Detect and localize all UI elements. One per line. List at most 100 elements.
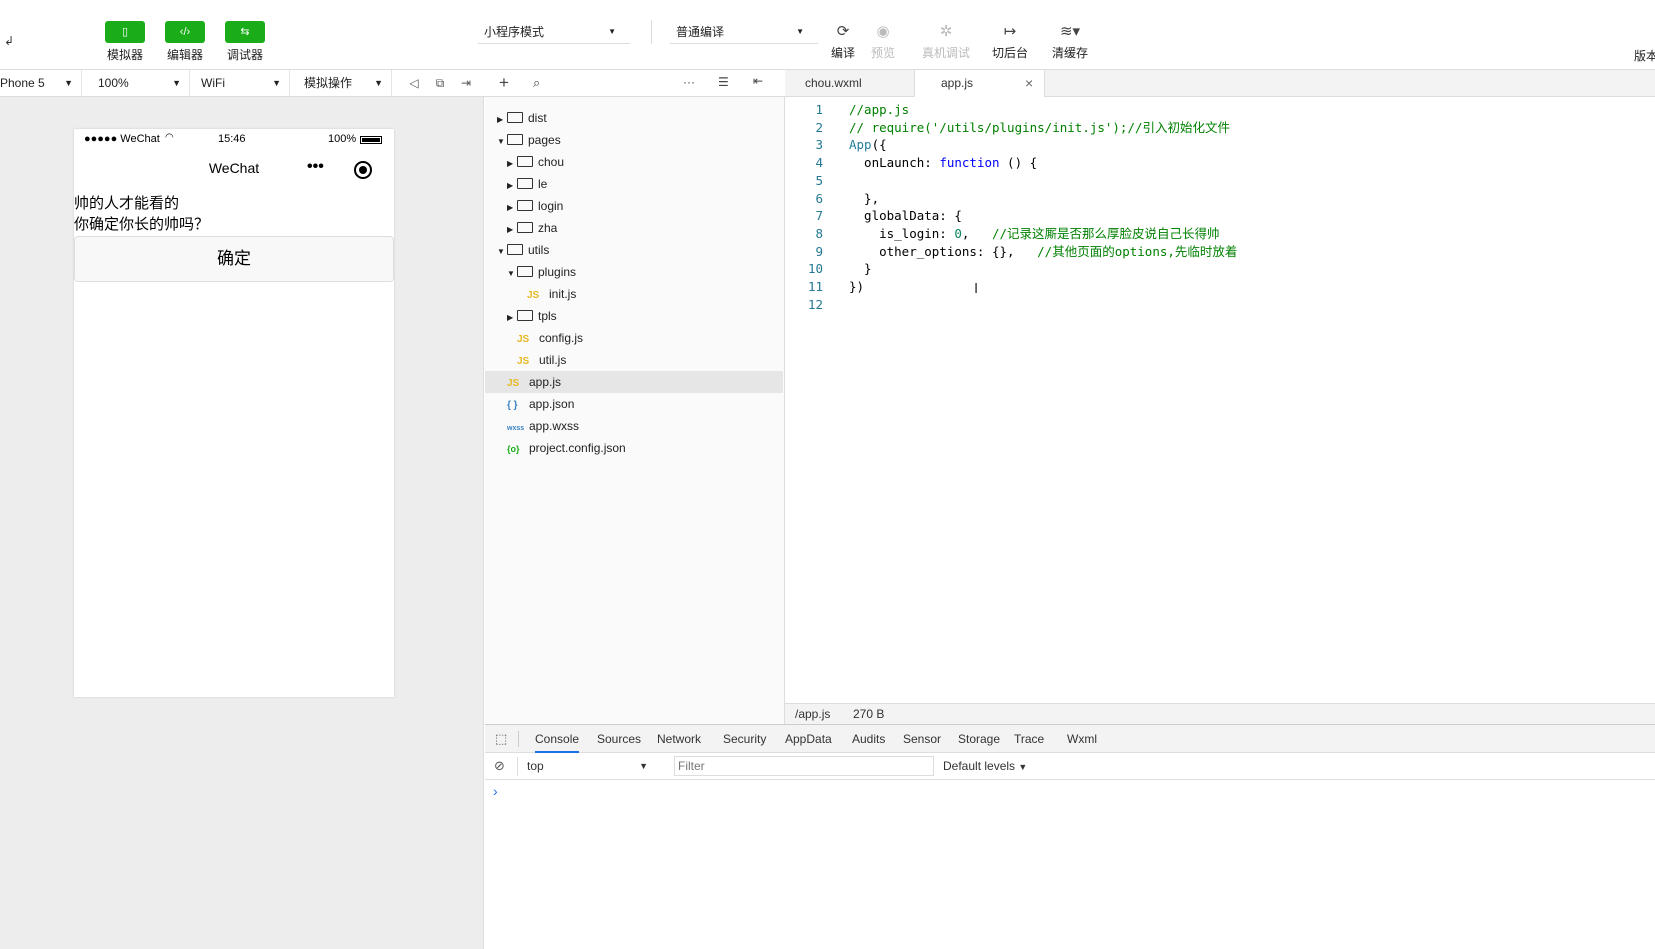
devtools-tab-network[interactable]: Network <box>657 725 701 753</box>
code-icon: ‹/› <box>165 21 205 43</box>
compile-mode-select[interactable]: 普通编译 ▼ <box>670 20 818 44</box>
tree-item-label: zha <box>538 221 558 235</box>
chevron-right-icon[interactable]: ▶ <box>507 153 517 175</box>
code-token: onLaunch: <box>849 155 940 171</box>
folder-icon <box>517 310 533 321</box>
close-capsule-icon[interactable] <box>354 161 372 179</box>
console-filter-bar: ⊘ top ▼ Default levels ▼ <box>485 753 1655 780</box>
devtools-tab-console[interactable]: Console <box>535 725 580 753</box>
code-token: } <box>849 261 872 277</box>
chevron-right-icon[interactable]: ▶ <box>507 307 517 329</box>
tree-item-dist[interactable]: ▶ dist <box>485 107 783 129</box>
code-token: App <box>849 137 872 153</box>
tree-item-le[interactable]: ▶ le <box>485 173 783 195</box>
chevron-down-icon: ▼ <box>272 78 281 88</box>
chevron-down-icon: ▼ <box>639 761 648 771</box>
tab-chou-wxml[interactable]: chou.wxml <box>785 70 915 97</box>
close-tab-icon[interactable]: × <box>1025 70 1033 96</box>
inspect-element-icon[interactable]: ⬚ <box>495 731 507 747</box>
more-icon[interactable]: ••• <box>307 158 324 176</box>
chevron-down-icon[interactable]: ▼ <box>497 241 507 263</box>
tree-item-login[interactable]: ▶ login <box>485 195 783 217</box>
chevron-right-icon[interactable]: ▶ <box>507 197 517 219</box>
simulator-area: ●●●●● WeChat ◠ 15:46 100% WeChat ••• 帅的人… <box>0 97 484 949</box>
devtools-tab-sensor[interactable]: Sensor <box>903 725 941 753</box>
tree-item-app-json[interactable]: { } app.json <box>485 393 783 415</box>
chevron-down-icon[interactable]: ▼ <box>507 263 517 285</box>
line-number: 4 <box>815 155 823 171</box>
context-select[interactable]: top ▼ <box>517 757 652 776</box>
tab-app-js[interactable]: app.js × <box>915 70 1045 97</box>
chevron-down-icon[interactable]: ▼ <box>497 131 507 153</box>
eye-icon: ◉ <box>876 23 890 40</box>
tree-item-label: tpls <box>538 309 557 323</box>
devtools-tab-sources[interactable]: Sources <box>597 725 641 753</box>
code-token: //app.js <box>849 102 910 117</box>
popout-icon[interactable]: ⧉ <box>430 70 450 96</box>
console-prompt[interactable]: › <box>493 783 498 799</box>
hide-panel-icon[interactable]: ⇤ <box>753 74 763 88</box>
clear-console-icon[interactable]: ⊘ <box>494 758 505 774</box>
tree-item-init-js[interactable]: JS init.js <box>485 283 783 305</box>
confirm-button[interactable]: 确定 <box>74 236 394 282</box>
tree-item-label: init.js <box>549 287 577 301</box>
layers-icon: ≋▾ <box>1059 23 1081 40</box>
text-cursor-icon: I <box>974 280 979 297</box>
zoom-select[interactable]: 100% ▼ <box>92 70 190 96</box>
line-number: 10 <box>807 261 823 277</box>
simulator-label: 模拟器 <box>106 48 143 62</box>
tree-item-label: utils <box>528 243 550 257</box>
tree-item-app-js[interactable]: JS app.js <box>485 371 783 393</box>
tab-label: chou.wxml <box>805 76 862 90</box>
real-device-debug-button[interactable]: ✲ 真机调试 <box>921 20 971 61</box>
chevron-right-icon[interactable]: ▶ <box>507 175 517 197</box>
devtools-tabs: ⬚ Console Sources Network Security AppData Au… <box>485 725 1655 753</box>
more-options-icon[interactable]: ··· <box>683 75 695 89</box>
tree-item-chou[interactable]: ▶ chou <box>485 151 783 173</box>
code-line: } <box>849 260 872 278</box>
devtools-tab-appdata[interactable]: AppData <box>785 725 832 753</box>
chevron-right-icon[interactable]: ▶ <box>497 109 507 131</box>
devtools-tab-trace[interactable]: Trace <box>1014 725 1044 753</box>
devtools-tab-wxml[interactable]: Wxml <box>1067 725 1097 753</box>
operation-value: 模拟操作 <box>304 76 353 90</box>
add-icon[interactable]: + <box>499 73 509 93</box>
preview-button[interactable]: ◉ 预览 <box>858 20 908 61</box>
tree-item-utils[interactable]: ▼ utils <box>485 239 783 261</box>
console-filter-input[interactable] <box>674 756 934 776</box>
tree-item-util-js[interactable]: JS util.js <box>485 349 783 371</box>
simulator-toggle-button[interactable]: ▯ 模拟器 <box>105 21 145 63</box>
explorer-toolbar: + ⌕ ··· ☰ ⇤ <box>485 70 785 97</box>
clear-cache-button[interactable]: ≋▾ 清缓存 <box>1045 20 1095 61</box>
devtools-tab-audits[interactable]: Audits <box>852 725 885 753</box>
search-icon[interactable]: ⌕ <box>533 75 540 91</box>
tree-item-config-js[interactable]: JS config.js <box>485 327 783 349</box>
code-editor[interactable]: 1 //app.js 2 // require('/utils/plugins/ini… <box>785 97 1655 703</box>
log-levels-select[interactable]: Default levels ▼ <box>943 757 1027 776</box>
devtools-tab-security[interactable]: Security <box>723 725 766 753</box>
background-button[interactable]: ↦ 切后台 <box>985 20 1035 61</box>
chevron-right-icon[interactable]: ▶ <box>507 219 517 241</box>
tree-item-label: chou <box>538 155 565 169</box>
volume-icon[interactable]: ◁ <box>404 70 424 96</box>
editor-toggle-button[interactable]: ‹/› 编辑器 <box>165 21 205 63</box>
code-token: //其他页面的options,先临时放着 <box>1037 243 1238 259</box>
tree-item-pages[interactable]: ▼ pages <box>485 129 783 151</box>
operation-select[interactable]: 模拟操作 ▼ <box>298 70 392 96</box>
debugger-toggle-button[interactable]: ⇆ 调试器 <box>225 21 265 63</box>
collapse-all-icon[interactable]: ☰ <box>718 75 729 89</box>
tree-item-zha[interactable]: ▶ zha <box>485 217 783 239</box>
chevron-down-icon: ▼ <box>1018 762 1028 772</box>
tree-item-plugins[interactable]: ▼ plugins <box>485 261 783 283</box>
tree-item-app-wxss[interactable]: wxss app.wxss <box>485 415 783 437</box>
version-button[interactable]: 版本 <box>1634 47 1655 64</box>
mode-select[interactable]: 小程序模式 ▼ <box>478 20 630 44</box>
device-select[interactable]: Phone 5 ▼ <box>0 70 82 96</box>
devtools-tab-storage[interactable]: Storage <box>958 725 1000 753</box>
tree-item-project-config-json[interactable]: {o} project.config.json <box>485 437 783 459</box>
detach-icon[interactable]: ⇥ <box>456 70 476 96</box>
network-select[interactable]: WiFi ▼ <box>195 70 290 96</box>
code-line: }) <box>849 278 864 296</box>
line-number: 8 <box>815 225 823 241</box>
tree-item-tpls[interactable]: ▶ tpls <box>485 305 783 327</box>
